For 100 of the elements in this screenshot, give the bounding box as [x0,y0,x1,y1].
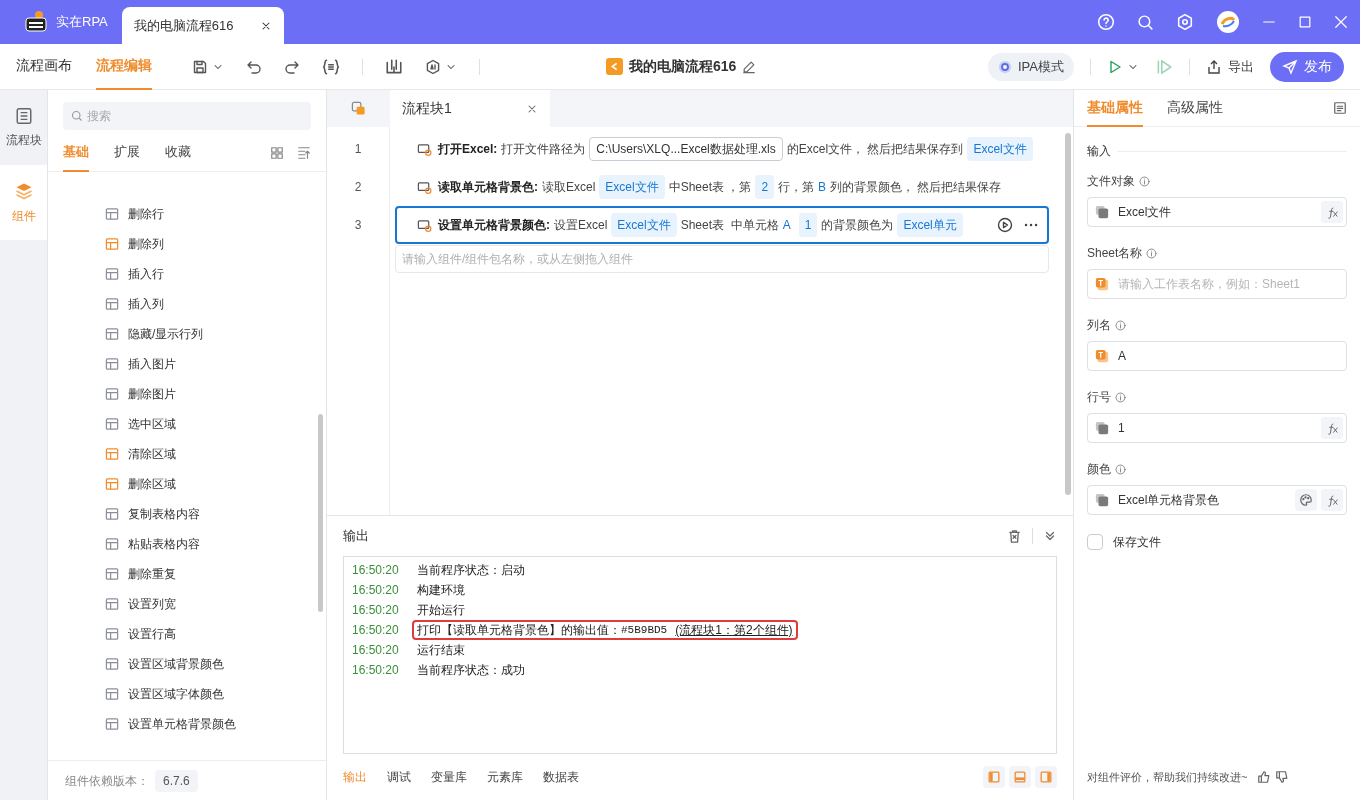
variable-braces-icon [322,57,340,76]
step-text: 的背景颜色为 [821,217,894,234]
log-time: 16:50:20 [352,642,400,659]
step-text: 的Excel文件， 然后把结果保存到 [786,141,964,158]
log-time: 16:50:20 [352,582,400,599]
component-item[interactable]: 插入行 [128,265,164,283]
search-icon [71,110,83,122]
component-item[interactable]: 删除列 [128,235,164,253]
play-icon [997,217,1013,233]
flow-title: 我的电脑流程616 [629,57,737,76]
component-item[interactable]: 清除区域 [128,445,176,463]
flow-step[interactable]: 读取单元格背景色: 读取Excel Excel文件 中Sheet表 ，第 2 行，第 B 列的背景颜色， 然后把结果保存 [395,168,1049,206]
component-item[interactable]: 插入列 [128,295,164,313]
variable-icon [1095,493,1109,507]
add-component-field[interactable]: 请输入组件/组件包名称，或从左侧拖入组件 [395,245,1049,273]
step-text: 列的背景颜色， 然后把结果保存 [830,179,1002,196]
variable-chip[interactable]: Excel文件 [967,137,1033,161]
cell-icon [417,141,432,157]
component-item[interactable]: 设置列宽 [128,595,176,613]
column-letter[interactable]: B [818,178,827,196]
palette-icon [1295,489,1317,511]
variable-chip[interactable]: Excel文件 [599,175,665,199]
window-tab[interactable]: 我的电脑流程616 [121,7,284,44]
output-tab[interactable]: 元素库 [487,768,523,786]
log-message: 当前程序状态：成功 [417,662,525,679]
variable-chip[interactable]: 2 [755,175,775,199]
ipa-mode-button[interactable]: IPA模式 [988,52,1074,81]
info-icon [1146,247,1158,259]
variable-chip[interactable]: Excel单元 [897,213,963,237]
component-item[interactable]: 设置行高 [128,625,176,643]
cell-icon [417,217,432,233]
export-button[interactable]: 导出 [1206,56,1254,77]
component-item[interactable]: 隐藏/显示行列 [128,325,204,343]
layout-toggle-icon[interactable] [1009,766,1031,788]
flow-step[interactable]: 打开Excel: 打开文件路径为 C:\Users\XLQ...Excel数据处理.xls 的Excel文件， 然后把结果保存到 Excel文件 [395,130,1049,168]
cell-icon [417,179,432,195]
category-tab[interactable]: 扩展 [114,133,140,172]
component-item[interactable]: 删除区域 [128,475,176,493]
variable-chip[interactable]: 1 [798,213,818,237]
log-message: 当前程序状态：启动 [417,562,525,579]
blocks-icon[interactable] [351,101,366,116]
flow-logo-icon [606,58,623,75]
output-title: 输出 [343,527,369,546]
flow-block-tab[interactable]: 流程块1 [390,90,550,127]
property-field[interactable]: Excel单元格背景色 [1087,485,1347,515]
line-number: 1 [354,141,362,158]
component-item[interactable]: 删除图片 [128,385,176,403]
formula-icon[interactable] [1321,417,1343,439]
publish-button[interactable]: 发布 [1270,51,1344,82]
component-item[interactable]: 设置区域背景颜色 [128,655,224,673]
output-tab[interactable]: 调试 [387,768,411,786]
component-item[interactable]: 设置单元格背景颜色 [128,715,236,733]
property-field[interactable]: Excel文件 [1087,197,1347,227]
property-tab[interactable]: 高级属性 [1167,89,1223,127]
output-tab[interactable]: 变量库 [431,768,467,786]
trash-icon [1007,528,1022,544]
variable-chip[interactable]: Excel文件 [611,213,677,237]
rail-tab[interactable]: 流程块 [0,90,47,165]
step-text: Sheet表 中单元格 [680,217,779,234]
formula-icon[interactable] [1321,489,1343,511]
category-tab[interactable]: 收藏 [165,133,191,172]
avatar-icon[interactable] [1216,10,1240,34]
close-icon [1334,15,1348,29]
log-message: 开始运行 [417,602,465,619]
column-letter[interactable]: A [782,216,791,234]
component-item[interactable]: 复制表格内容 [128,505,200,523]
component-item[interactable]: 删除行 [128,205,164,223]
component-item[interactable]: 设置区域字体颜色 [128,685,224,703]
variable-icon [1095,205,1109,219]
layout-toggle-icon[interactable] [1035,766,1057,788]
component-item[interactable]: 删除重复 [128,565,176,583]
component-item[interactable]: 选中区域 [128,415,176,433]
property-field[interactable]: A [1087,341,1347,371]
step-title: 读取单元格背景色: [438,179,538,196]
component-item[interactable]: 粘贴表格内容 [128,535,200,553]
run-icon [1107,58,1123,75]
component-item[interactable]: 插入图片 [128,355,176,373]
paper-plane-icon [1282,58,1298,75]
info-icon [1115,463,1126,475]
search-field[interactable]: 搜索 [63,102,311,130]
checkbox-label: 保存文件 [1113,534,1161,551]
property-field[interactable]: 请输入工作表名称，例如：Sheet1 [1087,269,1347,299]
component-link[interactable]: (流程块1：第2个组件) [675,621,793,639]
property-field[interactable]: 1 [1087,413,1347,443]
save-icon [192,58,208,75]
app-name: 实在RPA [56,13,108,32]
grid-view-icon [270,145,284,160]
layout-toggle-icon[interactable] [983,766,1005,788]
debug-run-icon [1155,57,1173,76]
step-title: 设置单元格背景颜色: [438,217,550,234]
export-icon [1206,58,1222,75]
flow-step[interactable]: 设置单元格背景颜色: 设置Excel Excel文件 Sheet表 中单元格 A 1 的背景颜色为 Excel单元 [395,206,1049,244]
checkbox[interactable] [1087,534,1103,550]
mode-tab[interactable]: 流程画布 [16,43,72,90]
log-time: 16:50:20 [352,622,400,639]
log-message: 打印【读取单元格背景色】的输出值： [417,622,621,639]
field-label: 列名 [1087,317,1111,334]
path-value[interactable]: C:\Users\XLQ...Excel数据处理.xls [589,137,783,161]
formula-icon[interactable] [1321,201,1343,223]
output-tab[interactable]: 数据表 [543,768,579,786]
